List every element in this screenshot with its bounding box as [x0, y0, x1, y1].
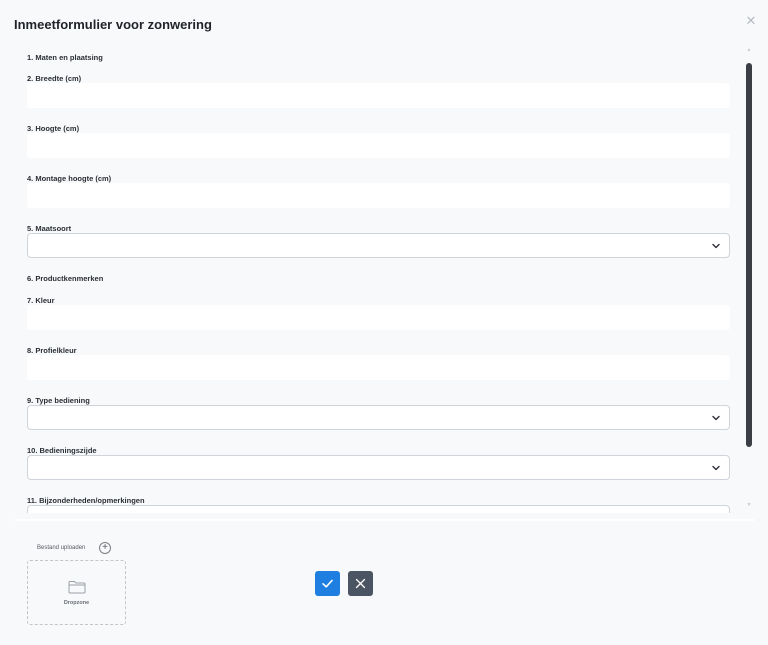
section-heading-productkenmerken: 6. Productkenmerken	[27, 274, 104, 283]
dropzone-label: Dropzone	[63, 600, 90, 606]
breedte-input[interactable]	[27, 83, 730, 108]
plus-circle-icon[interactable]: +	[99, 542, 111, 554]
divider	[15, 519, 754, 521]
bedieningszijde-label: 10. Bedieningszijde	[27, 446, 97, 455]
profielkleur-input[interactable]	[27, 355, 730, 380]
scroll-up-icon[interactable]: ▲	[746, 48, 752, 53]
kleur-label: 7. Kleur	[27, 296, 55, 305]
form-scroll-area[interactable]: 1. Maten en plaatsing 2. Breedte (cm) 3.…	[0, 45, 768, 513]
close-icon[interactable]: ✕	[744, 14, 758, 28]
hoogte-label: 3. Hoogte (cm)	[27, 124, 80, 133]
montage-hoogte-input[interactable]	[27, 183, 730, 208]
hoogte-input[interactable]	[27, 133, 730, 158]
chevron-down-icon	[712, 465, 720, 471]
type-bediening-label: 9. Type bediening	[27, 396, 90, 405]
chevron-down-icon	[712, 415, 720, 421]
dropzone[interactable]: Dropzone	[27, 560, 126, 625]
bijzonderheden-textarea[interactable]	[27, 505, 730, 513]
maatsoort-select[interactable]	[27, 233, 730, 258]
chevron-down-icon	[712, 243, 720, 249]
profielkleur-label: 8. Profielkleur	[27, 346, 77, 355]
type-bediening-select[interactable]	[27, 405, 730, 430]
modal-title: Inmeetformulier voor zonwering	[14, 17, 212, 32]
confirm-button[interactable]	[315, 571, 340, 596]
montage-hoogte-label: 4. Montage hoogte (cm)	[27, 174, 112, 183]
bedieningszijde-select[interactable]	[27, 455, 730, 480]
upload-label: Bestand uploaden	[37, 545, 86, 551]
section-heading-maten: 1. Maten en plaatsing	[27, 53, 103, 62]
check-icon	[322, 579, 333, 588]
scrollbar-thumb[interactable]	[746, 63, 752, 447]
bijzonderheden-label: 11. Bijzonderheden/opmerkingen	[27, 496, 145, 505]
breedte-label: 2. Breedte (cm)	[27, 74, 82, 83]
x-icon	[355, 578, 366, 589]
scroll-down-icon[interactable]: ▼	[746, 503, 752, 508]
cancel-button[interactable]	[348, 571, 373, 596]
kleur-input[interactable]	[27, 305, 730, 330]
folder-icon	[68, 581, 86, 594]
maatsoort-label: 5. Maatsoort	[27, 224, 72, 233]
